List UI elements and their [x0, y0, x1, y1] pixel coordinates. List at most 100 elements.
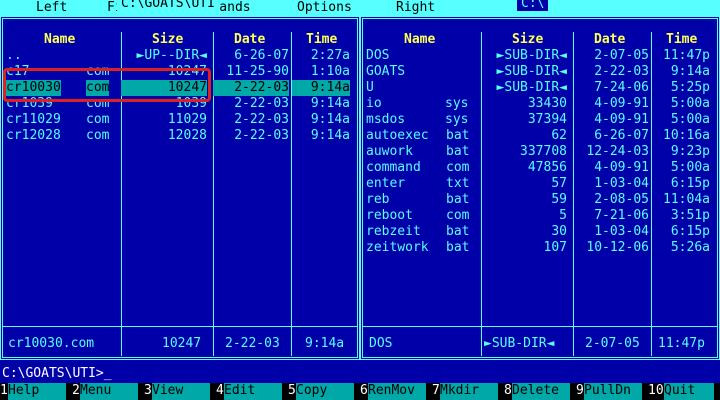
file-date: 2-22-03 [594, 64, 649, 79]
file-ext: com [86, 128, 110, 143]
file-date: 2-22-03 [234, 96, 289, 111]
file-row[interactable]: autoexec bat 62 6-26-07 10:16a [363, 128, 717, 144]
file-row[interactable]: cr11029 com 11029 2-22-03 9:14a [3, 112, 357, 128]
file-date: 2-08-05 [594, 192, 649, 207]
file-date: 11-25-90 [226, 64, 289, 79]
file-size: 37394 [527, 112, 567, 127]
file-time: 9:23p [670, 144, 710, 159]
file-name: auwork [366, 144, 413, 159]
fkey-quit-button[interactable]: 10 Quit [648, 383, 720, 400]
file-ext: txt [446, 176, 470, 191]
fkey-menu-button[interactable]: 2 Menu [72, 383, 144, 400]
file-name: zeitwork [366, 240, 429, 255]
file-time: 5:00a [670, 112, 710, 127]
file-row[interactable]: GOATS ►SUB-DIR◄ 2-22-03 9:14a [363, 64, 717, 80]
right-footer-date: 2-07-05 [585, 336, 640, 351]
file-date: 2-22-03 [213, 80, 289, 96]
file-date: 4-09-91 [594, 160, 649, 175]
file-row[interactable]: cr12028 com 12028 2-22-03 9:14a [3, 128, 357, 144]
file-row[interactable]: io sys 33430 4-09-91 5:00a [363, 96, 717, 112]
file-row[interactable]: msdos sys 37394 4-09-91 5:00a [363, 112, 717, 128]
right-footer-divider [363, 326, 717, 327]
fkey-label: RenMov [368, 383, 426, 400]
menu-right[interactable]: Right [396, 0, 435, 16]
file-size: 59 [551, 192, 567, 207]
file-date: 12-24-03 [586, 144, 649, 159]
file-size: 11029 [167, 112, 207, 127]
file-ext: com [86, 112, 110, 127]
fkey-renmov-button[interactable]: 6 RenMov [360, 383, 432, 400]
fkey-copy-button[interactable]: 5 Copy [288, 383, 360, 400]
left-header-time: Time [306, 32, 338, 47]
file-date: 7-24-06 [594, 80, 649, 95]
file-name: cr11029 [6, 112, 61, 127]
annotation-highlight [3, 68, 211, 102]
fkey-mkdir-button[interactable]: 7 Mkdir [432, 383, 504, 400]
file-size: ►UP--DIR◄ [136, 48, 207, 63]
file-name: DOS [366, 48, 390, 63]
file-row[interactable]: reb bat 59 2-08-05 11:04a [363, 192, 717, 208]
file-time: 9:14a [310, 96, 350, 111]
file-name: GOATS [366, 64, 406, 79]
file-row[interactable]: U ►SUB-DIR◄ 7-24-06 5:25p [363, 80, 717, 96]
file-time: 9:14a [310, 128, 350, 143]
file-size: 62 [551, 128, 567, 143]
file-ext: bat [446, 144, 470, 159]
file-name: reb [366, 192, 390, 207]
file-row[interactable]: command com 47856 4-09-91 5:00a [363, 160, 717, 176]
left-footer-divider [3, 326, 357, 327]
fkey-number: 6 [360, 383, 368, 398]
file-date: 2-07-05 [594, 48, 649, 63]
fkey-label: Edit [224, 383, 282, 400]
file-size: 337708 [520, 144, 567, 159]
file-size: 57 [551, 176, 567, 191]
file-row[interactable]: enter txt 57 1-03-04 6:15p [363, 176, 717, 192]
command-line[interactable]: C:\GOATS\UTI>_ [2, 366, 112, 382]
fkey-number: 8 [504, 383, 512, 398]
file-row[interactable]: zeitwork bat 107 10-12-06 5:26a [363, 240, 717, 256]
right-footer-time: 11:47p [658, 336, 705, 351]
file-row[interactable]: reboot com 5 7-21-06 3:51p [363, 208, 717, 224]
file-ext: sys [445, 112, 469, 127]
file-name: msdos [366, 112, 406, 127]
right-footer-name: DOS [369, 336, 393, 351]
right-header-date: Date [594, 32, 626, 47]
file-size: 5 [559, 208, 567, 223]
file-row[interactable]: DOS ►SUB-DIR◄ 2-07-05 11:47p [363, 48, 717, 64]
menu-left[interactable]: Left [36, 0, 67, 16]
file-time: 1:10a [310, 64, 350, 79]
file-date: 6-26-07 [594, 128, 649, 143]
file-date: 10-12-06 [586, 240, 649, 255]
file-size: ►SUB-DIR◄ [496, 64, 567, 79]
file-name: command [366, 160, 421, 175]
file-size: 107 [543, 240, 567, 255]
file-ext: com [446, 208, 470, 223]
right-header-name: Name [404, 32, 436, 47]
fkey-view-button[interactable]: 3 View [144, 383, 216, 400]
file-name: enter [366, 176, 406, 191]
fkey-help-button[interactable]: 1 Help [0, 383, 72, 400]
fkey-label: PullDn [584, 383, 642, 400]
file-date: 4-09-91 [594, 112, 649, 127]
menu-options[interactable]: Options [297, 0, 352, 16]
function-key-bar: 1 Help 2 Menu 3 View 4 Edit 5 Copy 6 RenMov 7 Mkdir 8 D… [0, 383, 720, 400]
file-row[interactable]: .. ►UP--DIR◄ 6-26-07 2:27a [3, 48, 357, 64]
file-size: 33430 [527, 96, 567, 111]
file-time: 5:00a [670, 96, 710, 111]
file-date: 1-03-04 [594, 176, 649, 191]
fkey-pulldn-button[interactable]: 9 PullDn [576, 383, 648, 400]
file-time: 9:14a [292, 80, 350, 96]
file-ext: bat [446, 192, 470, 207]
file-ext: bat [446, 128, 470, 143]
file-ext: com [446, 160, 470, 175]
fkey-label: Help [8, 383, 66, 400]
file-time: 5:25p [670, 80, 710, 95]
file-row[interactable]: auwork bat 337708 12-24-03 9:23p [363, 144, 717, 160]
fkey-label: Menu [80, 383, 138, 400]
file-row[interactable]: rebzeit bat 30 1-03-04 6:15p [363, 224, 717, 240]
file-size: 30 [551, 224, 567, 239]
fkey-number: 7 [432, 383, 440, 398]
fkey-edit-button[interactable]: 4 Edit [216, 383, 288, 400]
fkey-number: 2 [72, 383, 80, 398]
fkey-delete-button[interactable]: 8 Delete [504, 383, 576, 400]
